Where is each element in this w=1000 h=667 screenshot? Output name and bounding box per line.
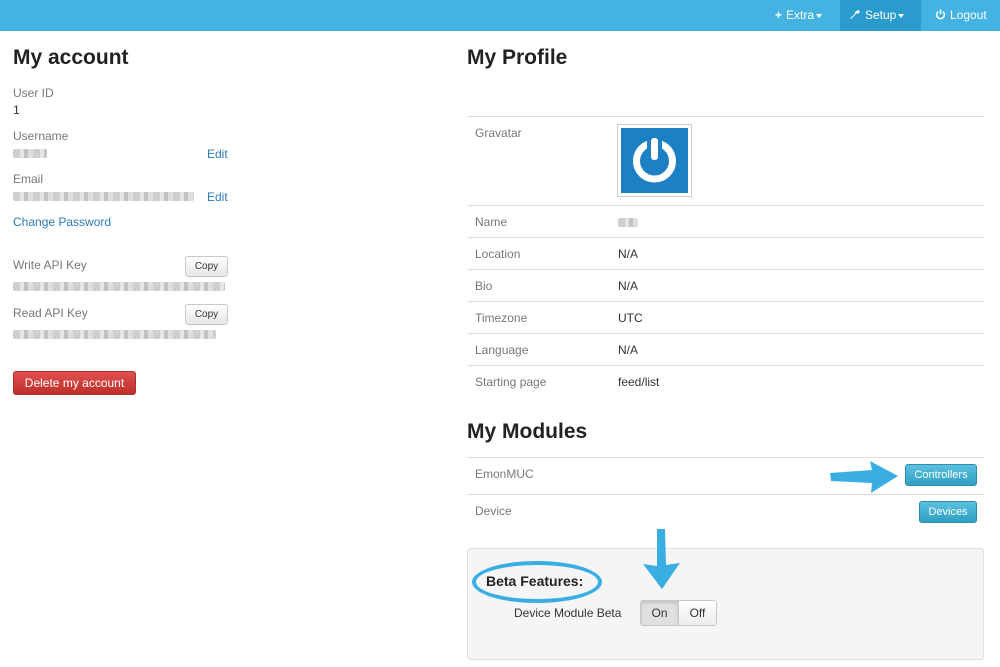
nav-logout-label: Logout [950, 8, 987, 22]
caret-down-icon [898, 13, 905, 18]
beta-off-button[interactable]: Off [679, 601, 716, 625]
change-password-link[interactable]: Change Password [13, 215, 111, 229]
email-value-redacted [13, 192, 194, 201]
device-module-beta-label: Device Module Beta [514, 606, 622, 620]
devices-button[interactable]: Devices [919, 501, 977, 523]
read-api-key-label: Read API Key [13, 306, 88, 320]
copy-write-api-key-button[interactable]: Copy [185, 256, 228, 277]
user-id-label: User ID [13, 86, 54, 100]
profile-value-bio: N/A [618, 279, 639, 293]
nav-setup-menu[interactable]: Setup [840, 0, 921, 31]
profile-label-name: Name [475, 215, 508, 229]
divider [467, 365, 984, 366]
annotation-arrow-right-icon [830, 461, 898, 493]
annotation-arrow-down-icon [643, 529, 680, 589]
plus-icon: + [775, 8, 783, 22]
email-edit-link[interactable]: Edit [207, 190, 228, 204]
device-module-beta-toggle: On Off [640, 600, 717, 626]
profile-name-redacted [618, 218, 638, 227]
caret-down-icon [816, 13, 823, 18]
profile-label-gravatar: Gravatar [475, 126, 522, 140]
nav-extra-menu[interactable]: + Extra [765, 0, 832, 31]
username-label: Username [13, 129, 69, 143]
write-api-key-label: Write API Key [13, 258, 87, 272]
my-account-title: My account [13, 46, 129, 69]
top-navbar: + Extra Setup Logout [0, 0, 1000, 31]
divider [467, 457, 984, 458]
username-value-redacted [13, 149, 47, 158]
profile-value-language: N/A [618, 343, 639, 357]
controllers-button[interactable]: Controllers [905, 464, 977, 486]
profile-value-timezone: UTC [618, 311, 643, 325]
copy-read-api-key-button[interactable]: Copy [185, 304, 228, 325]
divider [467, 116, 984, 117]
gravatar-image[interactable] [617, 124, 692, 197]
divider [467, 205, 984, 206]
divider [467, 269, 984, 270]
username-edit-link[interactable]: Edit [207, 147, 228, 161]
email-label: Email [13, 172, 44, 186]
profile-value-location: N/A [618, 247, 639, 261]
delete-account-button[interactable]: Delete my account [13, 371, 136, 395]
user-id-value: 1 [13, 103, 20, 117]
module-name-device: Device [475, 504, 512, 518]
beta-on-button[interactable]: On [641, 601, 679, 625]
module-name-emonmuc: EmonMUC [475, 467, 534, 481]
divider [467, 237, 984, 238]
my-profile-title: My Profile [467, 46, 568, 69]
power-icon [935, 0, 946, 31]
wrench-icon [850, 0, 861, 31]
write-api-key-redacted [13, 282, 225, 291]
nav-extra-label: Extra [786, 8, 815, 22]
divider [467, 301, 984, 302]
profile-label-timezone: Timezone [475, 311, 528, 325]
divider [467, 333, 984, 334]
profile-label-starting-page: Starting page [475, 375, 547, 389]
divider [467, 494, 984, 495]
nav-logout[interactable]: Logout [925, 0, 997, 31]
beta-features-title: Beta Features: [486, 573, 584, 589]
profile-label-bio: Bio [475, 279, 493, 293]
profile-value-starting-page: feed/list [618, 375, 660, 389]
read-api-key-redacted [13, 330, 216, 339]
nav-setup-label: Setup [865, 8, 897, 22]
my-modules-title: My Modules [467, 420, 588, 443]
profile-label-location: Location [475, 247, 521, 261]
profile-label-language: Language [475, 343, 529, 357]
